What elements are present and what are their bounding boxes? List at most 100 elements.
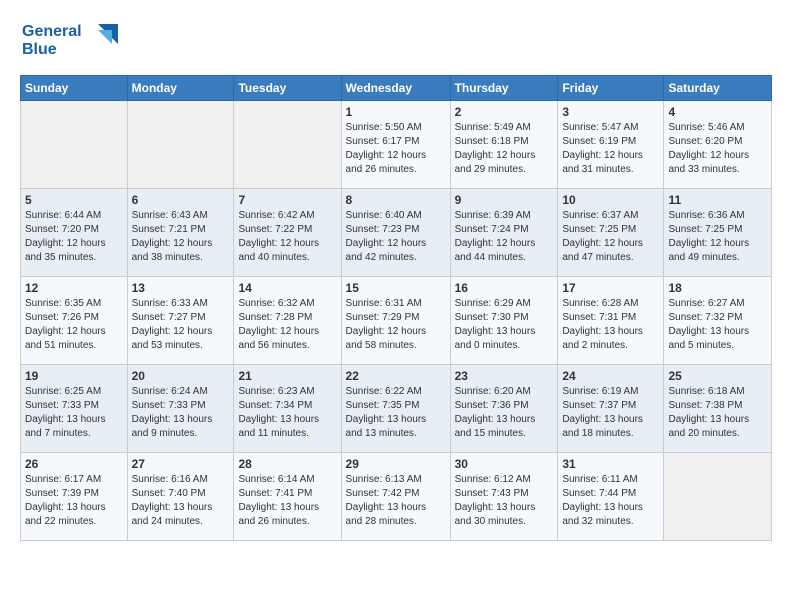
calendar-week-1: 1 Sunrise: 5:50 AMSunset: 6:17 PMDaylight… (21, 101, 772, 189)
weekday-header-sunday: Sunday (21, 76, 128, 101)
day-info: Sunrise: 6:24 AMSunset: 7:33 PMDaylight:… (132, 385, 230, 441)
day-number: 17 (562, 281, 659, 295)
day-number: 7 (238, 193, 336, 207)
day-info: Sunrise: 6:42 AMSunset: 7:22 PMDaylight:… (238, 209, 336, 265)
day-number: 31 (562, 457, 659, 471)
calendar-cell: 18 Sunrise: 6:27 AMSunset: 7:32 PMDayligh… (664, 277, 772, 365)
calendar-cell: 28 Sunrise: 6:14 AMSunset: 7:41 PMDayligh… (234, 453, 341, 541)
day-number: 20 (132, 369, 230, 383)
day-info: Sunrise: 6:32 AMSunset: 7:28 PMDaylight:… (238, 297, 336, 353)
weekday-header-tuesday: Tuesday (234, 76, 341, 101)
day-info: Sunrise: 6:11 AMSunset: 7:44 PMDaylight:… (562, 473, 659, 529)
day-info: Sunrise: 6:18 AMSunset: 7:38 PMDaylight:… (668, 385, 767, 441)
day-number: 13 (132, 281, 230, 295)
logo-text: General Blue (20, 16, 130, 65)
day-info: Sunrise: 6:20 AMSunset: 7:36 PMDaylight:… (455, 385, 554, 441)
day-number: 29 (346, 457, 446, 471)
weekday-row: SundayMondayTuesdayWednesdayThursdayFrid… (21, 76, 772, 101)
day-number: 15 (346, 281, 446, 295)
day-number: 25 (668, 369, 767, 383)
day-info: Sunrise: 6:17 AMSunset: 7:39 PMDaylight:… (25, 473, 123, 529)
day-info: Sunrise: 6:13 AMSunset: 7:42 PMDaylight:… (346, 473, 446, 529)
day-info: Sunrise: 6:14 AMSunset: 7:41 PMDaylight:… (238, 473, 336, 529)
calendar-cell: 11Sunrise: 6:36 AMSunset: 7:25 PMDayligh… (664, 189, 772, 277)
calendar-table: SundayMondayTuesdayWednesdayThursdayFrid… (20, 75, 772, 541)
calendar-cell: 2Sunrise: 5:49 AMSunset: 6:18 PMDaylight… (450, 101, 558, 189)
calendar-week-4: 19Sunrise: 6:25 AMSunset: 7:33 PMDayligh… (21, 365, 772, 453)
day-info: Sunrise: 5:47 AMSunset: 6:19 PMDaylight:… (562, 121, 659, 177)
day-info: Sunrise: 6:29 AMSunset: 7:30 PMDaylight:… (455, 297, 554, 353)
day-info: Sunrise: 6:35 AMSunset: 7:26 PMDaylight:… (25, 297, 123, 353)
calendar-cell: 26 Sunrise: 6:17 AMSunset: 7:39 PMDayligh… (21, 453, 128, 541)
calendar-cell: 12 Sunrise: 6:35 AMSunset: 7:26 PMDayligh… (21, 277, 128, 365)
day-number: 4 (668, 105, 767, 119)
day-number: 2 (455, 105, 554, 119)
day-number: 6 (132, 193, 230, 207)
day-number: 21 (238, 369, 336, 383)
calendar-cell: 4 Sunrise: 5:46 AMSunset: 6:20 PMDaylight… (664, 101, 772, 189)
day-info: Sunrise: 6:39 AMSunset: 7:24 PMDaylight:… (455, 209, 554, 265)
day-info: Sunrise: 6:37 AMSunset: 7:25 PMDaylight:… (562, 209, 659, 265)
weekday-header-saturday: Saturday (664, 76, 772, 101)
svg-text:General: General (22, 23, 82, 40)
weekday-header-friday: Friday (558, 76, 664, 101)
day-info: Sunrise: 6:31 AMSunset: 7:29 PMDaylight:… (346, 297, 446, 353)
day-number: 28 (238, 457, 336, 471)
calendar-cell: 6Sunrise: 6:43 AMSunset: 7:21 PMDaylight… (127, 189, 234, 277)
calendar-cell (21, 101, 128, 189)
calendar-cell: 1 Sunrise: 5:50 AMSunset: 6:17 PMDaylight… (341, 101, 450, 189)
day-number: 18 (668, 281, 767, 295)
day-info: Sunrise: 5:46 AMSunset: 6:20 PMDaylight:… (668, 121, 767, 177)
calendar-cell: 31 Sunrise: 6:11 AMSunset: 7:44 PMDayligh… (558, 453, 664, 541)
calendar-week-2: 5Sunrise: 6:44 AMSunset: 7:20 PMDaylight… (21, 189, 772, 277)
calendar-cell: 21 Sunrise: 6:23 AMSunset: 7:34 PMDayligh… (234, 365, 341, 453)
day-info: Sunrise: 6:22 AMSunset: 7:35 PMDaylight:… (346, 385, 446, 441)
calendar-cell: 14 Sunrise: 6:32 AMSunset: 7:28 PMDayligh… (234, 277, 341, 365)
day-number: 24 (562, 369, 659, 383)
calendar-cell: 27Sunrise: 6:16 AMSunset: 7:40 PMDayligh… (127, 453, 234, 541)
day-number: 14 (238, 281, 336, 295)
calendar-cell: 17 Sunrise: 6:28 AMSunset: 7:31 PMDayligh… (558, 277, 664, 365)
day-info: Sunrise: 6:23 AMSunset: 7:34 PMDaylight:… (238, 385, 336, 441)
day-number: 1 (346, 105, 446, 119)
day-info: Sunrise: 6:27 AMSunset: 7:32 PMDaylight:… (668, 297, 767, 353)
day-info: Sunrise: 6:40 AMSunset: 7:23 PMDaylight:… (346, 209, 446, 265)
day-number: 8 (346, 193, 446, 207)
day-number: 10 (562, 193, 659, 207)
day-number: 30 (455, 457, 554, 471)
calendar-week-5: 26 Sunrise: 6:17 AMSunset: 7:39 PMDayligh… (21, 453, 772, 541)
calendar-cell: 20 Sunrise: 6:24 AMSunset: 7:33 PMDayligh… (127, 365, 234, 453)
day-number: 3 (562, 105, 659, 119)
day-number: 9 (455, 193, 554, 207)
calendar-cell: 3 Sunrise: 5:47 AMSunset: 6:19 PMDaylight… (558, 101, 664, 189)
calendar-cell: 23 Sunrise: 6:20 AMSunset: 7:36 PMDayligh… (450, 365, 558, 453)
header: General Blue (20, 16, 772, 65)
day-info: Sunrise: 6:28 AMSunset: 7:31 PMDaylight:… (562, 297, 659, 353)
calendar-cell: 8 Sunrise: 6:40 AMSunset: 7:23 PMDaylight… (341, 189, 450, 277)
calendar-cell (234, 101, 341, 189)
day-number: 26 (25, 457, 123, 471)
weekday-header-wednesday: Wednesday (341, 76, 450, 101)
page: General Blue SundayMondayTuesdayWednesda… (0, 0, 792, 612)
day-number: 5 (25, 193, 123, 207)
day-info: Sunrise: 6:16 AMSunset: 7:40 PMDaylight:… (132, 473, 230, 529)
calendar-cell (664, 453, 772, 541)
day-number: 23 (455, 369, 554, 383)
weekday-header-thursday: Thursday (450, 76, 558, 101)
calendar-cell: 22Sunrise: 6:22 AMSunset: 7:35 PMDayligh… (341, 365, 450, 453)
day-number: 12 (25, 281, 123, 295)
day-info: Sunrise: 6:33 AMSunset: 7:27 PMDaylight:… (132, 297, 230, 353)
calendar-cell: 9 Sunrise: 6:39 AMSunset: 7:24 PMDaylight… (450, 189, 558, 277)
day-info: Sunrise: 5:50 AMSunset: 6:17 PMDaylight:… (346, 121, 446, 177)
day-number: 11 (668, 193, 767, 207)
calendar-cell: 15 Sunrise: 6:31 AMSunset: 7:29 PMDayligh… (341, 277, 450, 365)
calendar-cell: 29 Sunrise: 6:13 AMSunset: 7:42 PMDayligh… (341, 453, 450, 541)
day-info: Sunrise: 6:12 AMSunset: 7:43 PMDaylight:… (455, 473, 554, 529)
calendar-body: 1 Sunrise: 5:50 AMSunset: 6:17 PMDaylight… (21, 101, 772, 541)
logo: General Blue (20, 16, 130, 65)
calendar-cell: 24Sunrise: 6:19 AMSunset: 7:37 PMDayligh… (558, 365, 664, 453)
calendar-cell: 5Sunrise: 6:44 AMSunset: 7:20 PMDaylight… (21, 189, 128, 277)
day-number: 16 (455, 281, 554, 295)
day-number: 19 (25, 369, 123, 383)
weekday-header-monday: Monday (127, 76, 234, 101)
